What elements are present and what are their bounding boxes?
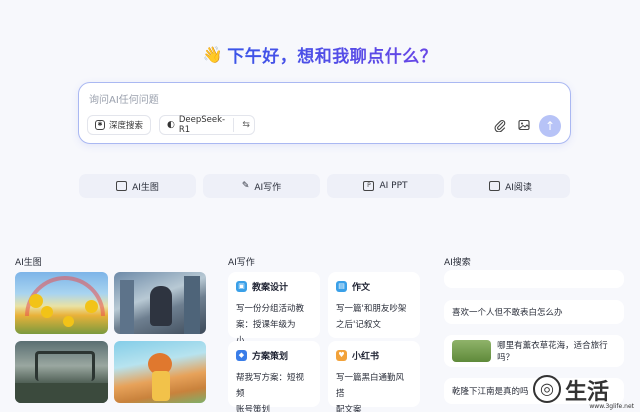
ppt-icon: P [363, 181, 375, 191]
lavender-thumbnail [452, 340, 492, 362]
search-item[interactable]: 哪里有薰衣草花海，适合旅行吗？ [444, 335, 624, 367]
whale-icon: ◐ [167, 120, 175, 130]
essay-icon: ▤ [336, 281, 347, 292]
quick-ai-image-label: AI生图 [132, 182, 159, 193]
greeting-text: 下午好，想和我聊点什么？ [227, 42, 437, 67]
section-title-ai-writing: AI写作 [228, 258, 255, 268]
watermark-text: 生活 [565, 380, 610, 405]
card-text: 之后'记叙文 [336, 320, 381, 330]
sunflower-rainbow-image[interactable] [15, 272, 108, 334]
card-text: 配文案 [336, 405, 362, 412]
chat-input-box[interactable]: 询问AI任何问题 ✱ 深度搜索 ◐ DeepSeek-R1 ⇆ ↑ [78, 82, 571, 144]
quick-ai-ppt-label: AI PPT [379, 181, 408, 191]
watermark-icon: ◎ [533, 375, 561, 403]
watermark-url: www.3glife.net [589, 403, 634, 410]
lesson-icon: ▣ [236, 281, 247, 292]
divider [233, 118, 235, 132]
chat-input-placeholder[interactable]: 询问AI任何问题 [89, 91, 159, 106]
quick-ai-writing[interactable]: ✎ AI写作 [203, 174, 320, 198]
quick-ai-reading-label: AI阅读 [505, 182, 532, 193]
writing-card-essay[interactable]: ▤ 作文 写一篇'和朋友吵架 之后'记叙文 [328, 272, 420, 338]
card-title: 小红书 [352, 352, 380, 362]
card-text: 帮我写方案：短视频 [236, 373, 305, 399]
model-selector[interactable]: ◐ DeepSeek-R1 ⇆ [159, 115, 255, 135]
writing-card-planning[interactable]: ◆ 方案策划 帮我写方案：短视频 账号策划 [228, 341, 320, 412]
section-title-ai-search: AI搜索 [444, 258, 471, 268]
anime-girl-image[interactable] [114, 341, 206, 403]
deep-search-label: 深度搜索 [109, 121, 144, 131]
card-text: 写一篇黑白通勤风搭 [336, 373, 405, 399]
send-button[interactable]: ↑ [539, 115, 561, 137]
writing-card-xiaohongshu[interactable]: ♥ 小红书 写一篇黑白通勤风搭 配文案 [328, 341, 420, 412]
image-icon [116, 181, 128, 191]
book-icon [489, 181, 501, 191]
quick-ai-reading[interactable]: AI阅读 [451, 174, 570, 198]
quick-ai-writing-label: AI写作 [254, 182, 282, 193]
city-warrior-image[interactable] [114, 272, 206, 334]
search-item-text: 哪里有薰衣草花海，适合旅行吗？ [497, 341, 608, 363]
section-title-ai-image: AI生图 [15, 258, 42, 268]
like-icon: ♥ [336, 350, 347, 361]
deep-search-icon: ✱ [95, 120, 105, 130]
search-item-text: 喜欢一个人但不敢表白怎么办 [452, 308, 563, 318]
search-item-text: 乾隆下江南是真的吗 [452, 387, 529, 397]
card-text: 写一份分组活动教 [236, 304, 305, 314]
watermark-logo: ◎ 生活 www.3glife.net [531, 372, 636, 410]
card-title: 方案策划 [252, 352, 289, 362]
pen-icon: ✎ [241, 181, 250, 191]
image-upload-icon[interactable] [517, 119, 531, 133]
card-text: 账号策划 [236, 405, 271, 412]
swap-model-icon[interactable]: ⇆ [238, 120, 254, 130]
card-title: 教案设计 [252, 283, 289, 293]
quick-ai-ppt[interactable]: P AI PPT [327, 174, 444, 198]
wave-icon: 👋 [202, 45, 224, 64]
greeting-title: 👋 下午好，想和我聊点什么？ [0, 42, 640, 67]
attachment-icon[interactable] [493, 119, 507, 133]
quick-ai-image[interactable]: AI生图 [79, 174, 196, 198]
ruins-landscape-image[interactable] [15, 341, 108, 403]
deep-search-button[interactable]: ✱ 深度搜索 [87, 115, 151, 135]
search-item-placeholder-top[interactable] [444, 270, 624, 288]
search-item[interactable]: 喜欢一个人但不敢表白怎么办 [444, 300, 624, 324]
card-title: 作文 [352, 283, 371, 293]
planning-icon: ◆ [236, 350, 247, 361]
model-label: DeepSeek-R1 [178, 115, 226, 135]
card-text: 写一篇'和朋友吵架 [336, 304, 407, 314]
writing-card-lesson-plan[interactable]: ▣ 教案设计 写一份分组活动教 案：授课年级为小... [228, 272, 320, 346]
